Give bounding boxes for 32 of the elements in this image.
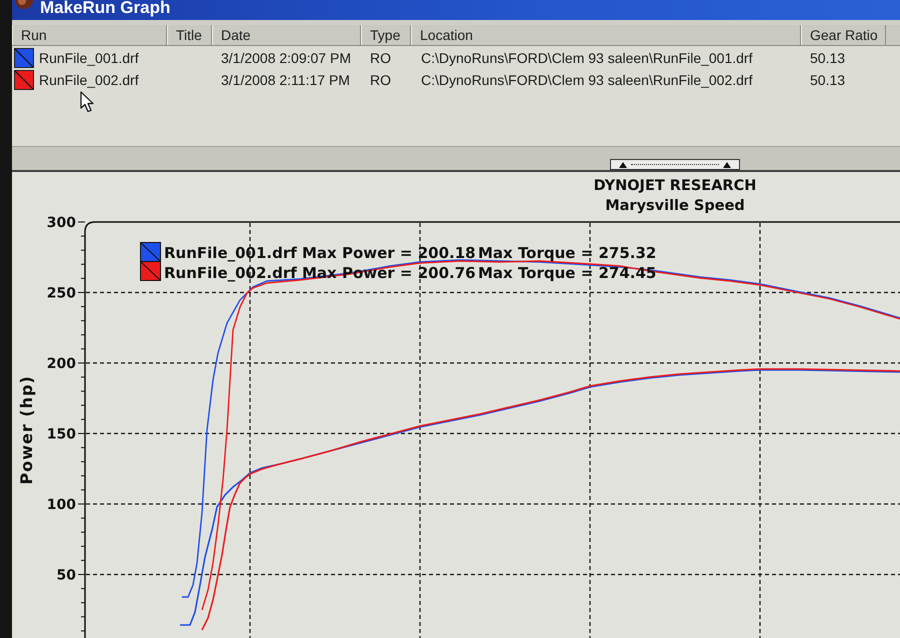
y-tick-label: 200 [46,356,76,372]
up-triangle-icon [619,162,627,168]
location-cell-text: C:\DynoRuns\FORD\Clem 93 saleen\RunFile_002.drf [420,71,754,90]
column-header[interactable]: Location [411,25,801,45]
column-header[interactable]: Date [212,25,361,45]
splitter-handle[interactable] [610,159,740,170]
y-tick-label: 50 [56,568,76,584]
y-axis-label: Power (hp) [17,375,36,485]
mouse-pointer-icon [80,91,94,113]
column-header[interactable]: Title [167,25,212,45]
y-tick-label: 300 [46,215,76,231]
date-cell-text: 3/1/2008 2:09:07 PM [220,49,352,68]
up-triangle-icon [723,162,731,168]
legend-label: RunFile_001.drf Max Power = 200.18 [164,244,476,262]
chart-subtitle: Marysville Speed [605,198,745,214]
gear-ratio-cell-text: 50.13 [809,49,846,68]
date-cell-text: 3/1/2008 2:11:17 PM [220,71,351,90]
y-tick-label: 100 [46,497,76,513]
chart-title: DYNOJET RESEARCH [594,178,756,194]
column-header[interactable]: Type [361,25,411,45]
window-title: MakeRun Graph [40,0,170,15]
y-tick-label: 150 [46,426,76,442]
y-tick-label: 250 [46,286,76,302]
type-cell-text: RO [369,71,392,90]
run-file-name[interactable]: RunFile_001.drf [39,50,139,66]
column-header[interactable]: Gear Ratio [801,25,886,45]
column-header[interactable]: Run [12,25,167,45]
app-icon [15,0,33,9]
type-cell-text: RO [369,49,392,68]
gear-ratio-cell-text: 50.13 [809,71,846,90]
location-cell-text: C:\DynoRuns\FORD\Clem 93 saleen\RunFile_001.drf [420,49,754,68]
run-file-name[interactable]: RunFile_002.drf [39,72,139,88]
